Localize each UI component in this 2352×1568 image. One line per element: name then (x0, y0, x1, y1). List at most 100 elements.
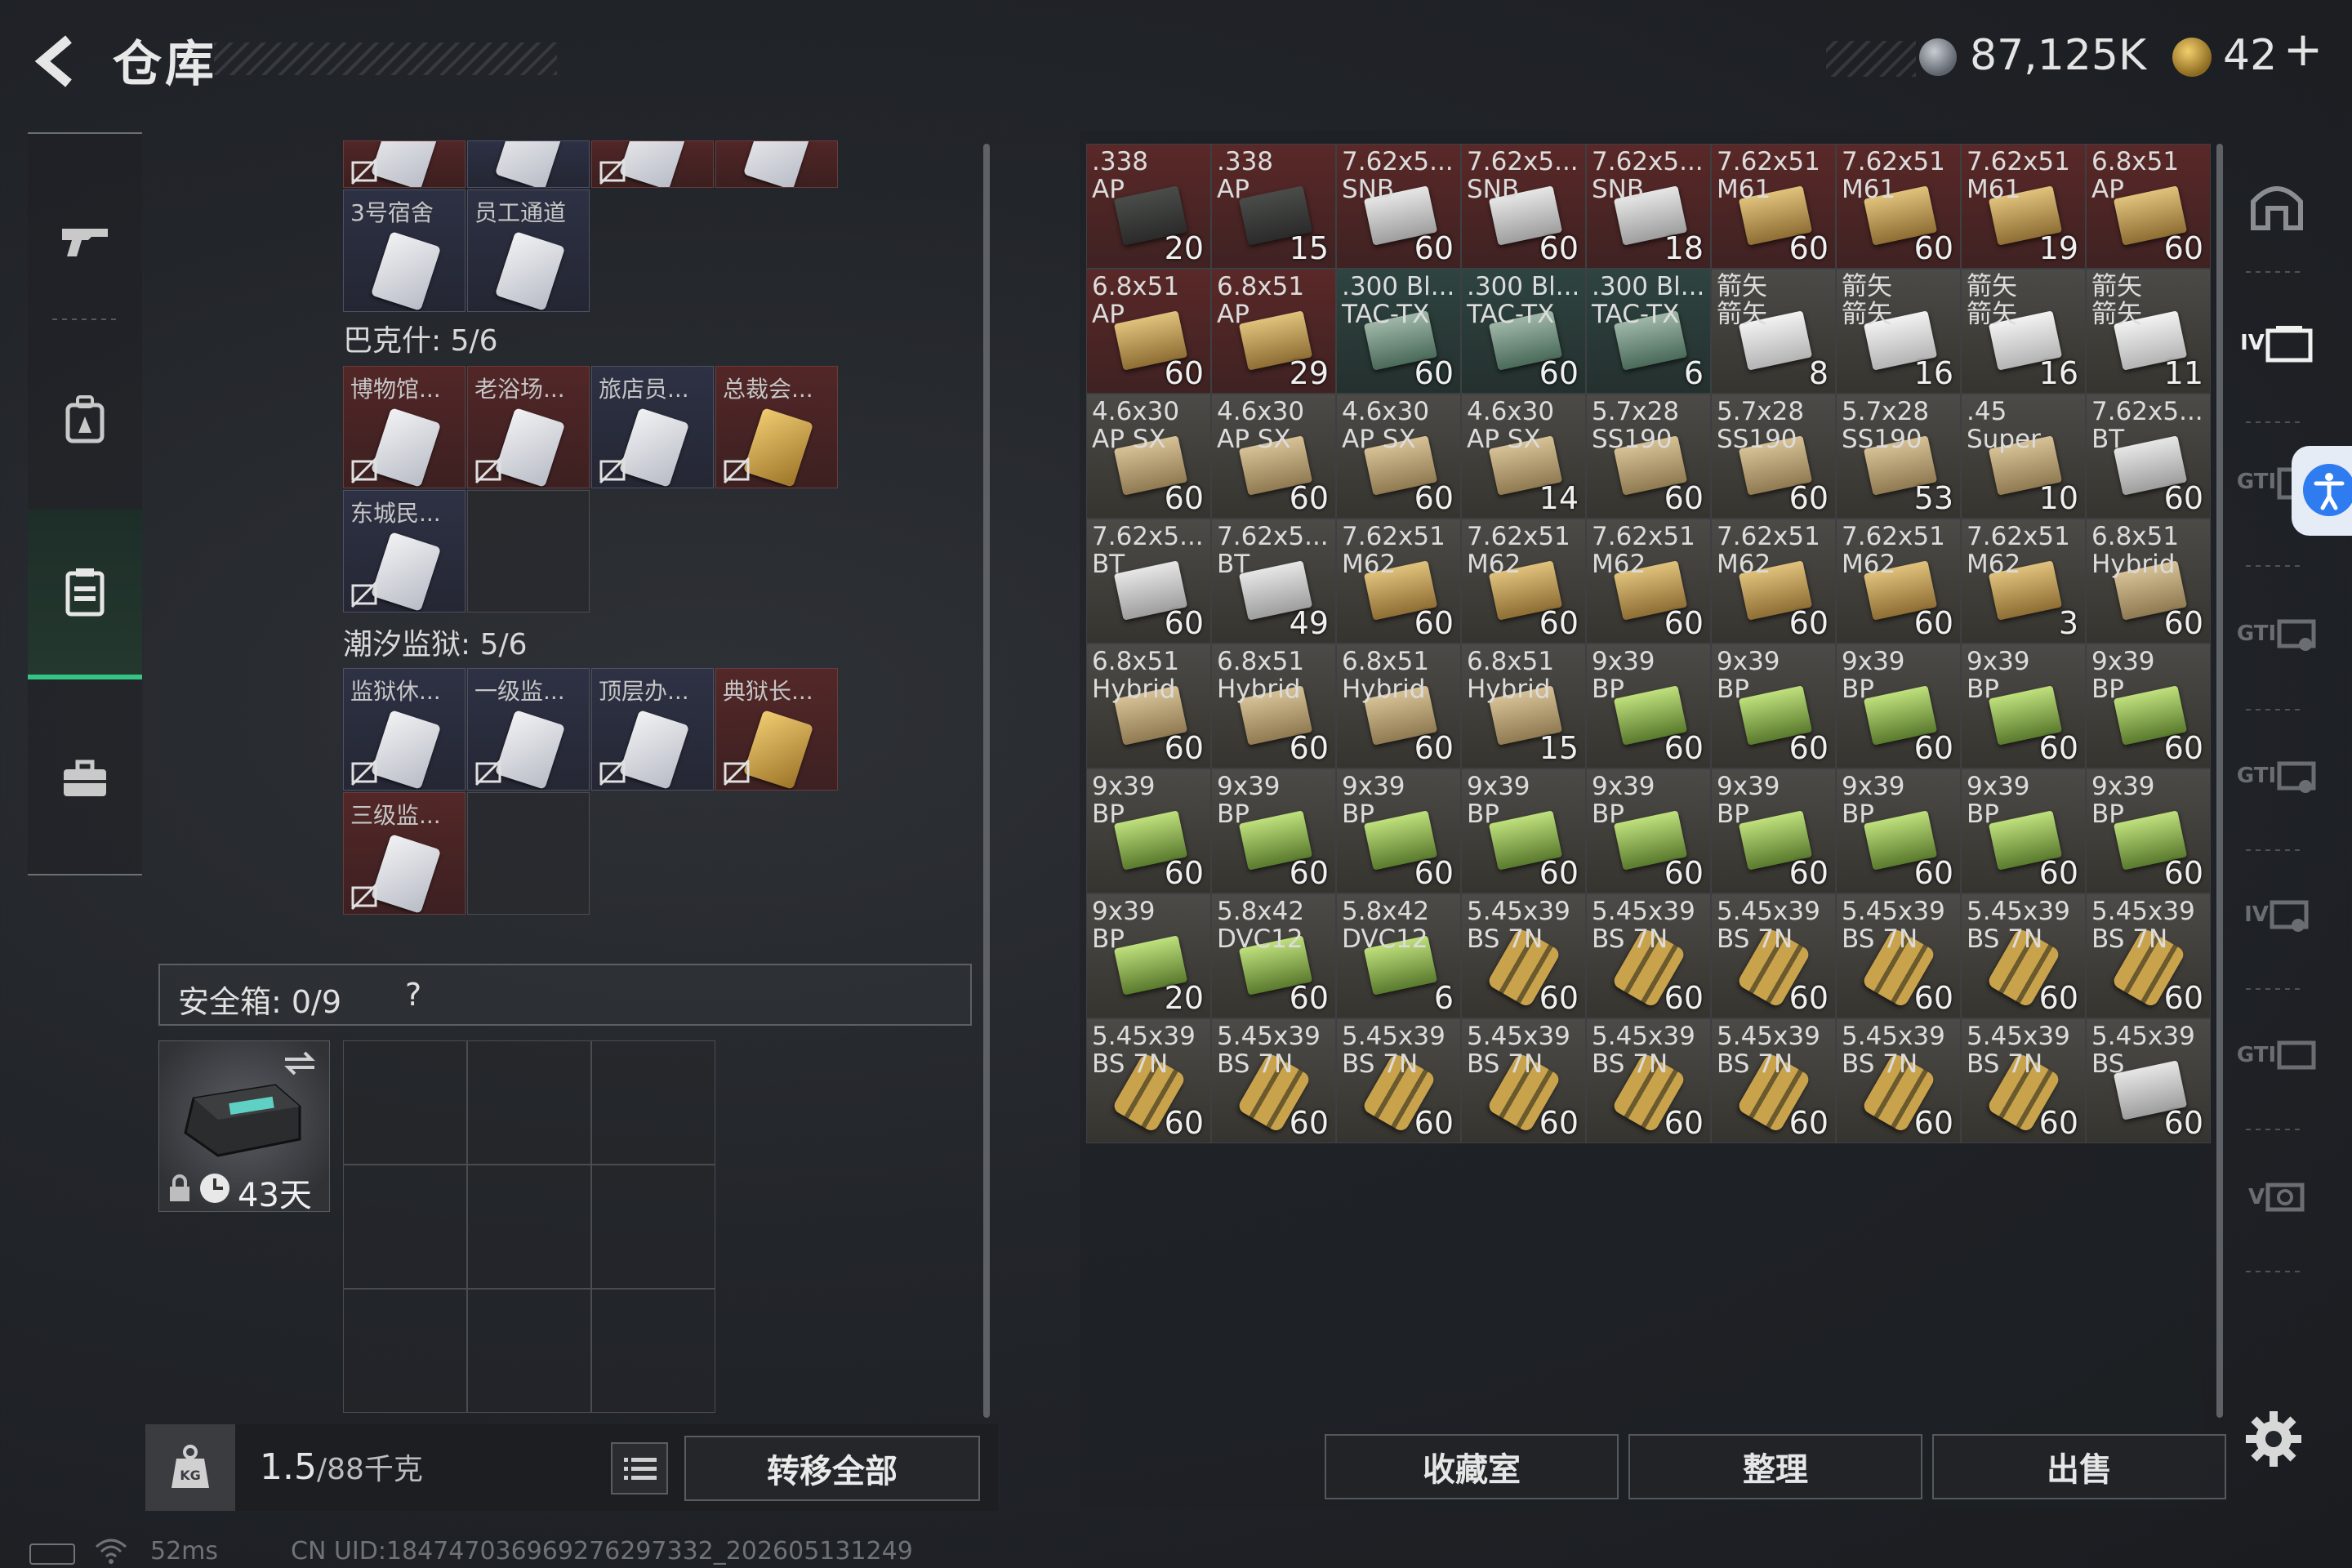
ammo-cell[interactable]: 7.62x51 M61 60 (1836, 144, 1961, 269)
ammo-cell[interactable]: 9x39 BP 60 (1711, 644, 1836, 768)
ammo-cell[interactable]: 9x39 BP 60 (1836, 768, 1961, 893)
sell-button[interactable]: 出售 (1932, 1434, 2226, 1499)
ammo-cell[interactable]: 6.8x51 Hybrid 60 (1211, 644, 1336, 768)
key-cell-top[interactable] (715, 140, 838, 188)
ammo-cell[interactable]: 6.8x51 Hybrid 60 (2086, 519, 2211, 644)
safe-slot[interactable] (467, 1289, 591, 1413)
key-cell-top[interactable] (343, 140, 466, 188)
key-cell[interactable]: 东城民... (343, 490, 466, 612)
ammo-cell[interactable]: 7.62x5... SNB 60 (1461, 144, 1586, 269)
key-cell-top[interactable] (467, 140, 590, 188)
ammo-cell[interactable]: 9x39 BP 60 (1336, 768, 1461, 893)
ammo-cell[interactable]: 6.8x51 Hybrid 60 (1086, 644, 1211, 768)
ammo-cell[interactable]: .300 Bl... TAC-TX 60 (1461, 269, 1586, 394)
empty-key-slot[interactable] (467, 792, 590, 915)
ammo-cell[interactable]: 5.45x39 BS 7N 60 (1586, 1018, 1711, 1143)
settings-gear-icon[interactable] (2243, 1408, 2305, 1470)
ammo-cell[interactable]: 9x39 BP 60 (2086, 644, 2211, 768)
key-cell[interactable]: 旅店员... (591, 366, 714, 488)
ammo-cell[interactable]: 9x39 BP 60 (1836, 644, 1961, 768)
safe-slot[interactable] (343, 1040, 467, 1165)
ammo-cell[interactable]: 9x39 BP 20 (1086, 893, 1211, 1018)
key-cell[interactable]: 监狱休... (343, 668, 466, 791)
ammo-cell[interactable]: 7.62x5... SNB 18 (1586, 144, 1711, 269)
collection-room-button[interactable]: 收藏室 (1325, 1434, 1619, 1499)
ammo-cell[interactable]: 9x39 BP 60 (1211, 768, 1336, 893)
ammo-cell[interactable]: 5.8x42 DVC12 60 (1211, 893, 1336, 1018)
empty-key-slot[interactable] (467, 490, 590, 612)
ammo-cell[interactable]: 5.45x39 BS 7N 60 (1336, 1018, 1461, 1143)
ammo-cell[interactable]: 9x39 BP 60 (1086, 768, 1211, 893)
ammo-cell[interactable]: 5.45x39 BS 7N 60 (1461, 893, 1586, 1018)
ammo-cell[interactable]: 5.45x39 BS 7N 60 (2086, 893, 2211, 1018)
sidebar-item-case[interactable] (28, 697, 142, 861)
add-currency-button[interactable]: + (2278, 24, 2328, 74)
tab-depot-7[interactable]: V (2236, 1148, 2318, 1246)
ammo-cell[interactable]: 7.62x51 M61 60 (1711, 144, 1836, 269)
ammo-cell[interactable]: 6.8x51 AP 60 (1086, 269, 1211, 394)
safe-slot[interactable] (591, 1289, 715, 1413)
safe-slot[interactable] (467, 1040, 591, 1165)
sidebar-item-weapon[interactable] (28, 158, 142, 322)
ammo-cell[interactable]: 6.8x51 AP 60 (2086, 144, 2211, 269)
ammo-cell[interactable]: 7.62x5... SNB 60 (1336, 144, 1461, 269)
ammo-cell[interactable]: 5.45x39 BS 7N 60 (1961, 1018, 2086, 1143)
ammo-cell[interactable]: 5.7x28 SS190 53 (1836, 394, 1961, 519)
ammo-cell[interactable]: 4.6x30 AP SX 60 (1336, 394, 1461, 519)
ammo-cell[interactable]: 7.62x51 M62 60 (1711, 519, 1836, 644)
safe-slot[interactable] (591, 1165, 715, 1289)
sort-button[interactable]: 整理 (1628, 1434, 1922, 1499)
ammo-cell[interactable]: 5.8x42 DVC12 6 (1336, 893, 1461, 1018)
ammo-cell[interactable]: 7.62x5... BT 60 (1086, 519, 1211, 644)
ammo-cell[interactable]: 9x39 BP 60 (1961, 768, 2086, 893)
ammo-cell[interactable]: 6.8x51 Hybrid 60 (1336, 644, 1461, 768)
safe-slot[interactable] (467, 1165, 591, 1289)
ammo-cell[interactable]: 7.62x51 M62 60 (1586, 519, 1711, 644)
ammo-cell[interactable]: 9x39 BP 60 (1711, 768, 1836, 893)
ammo-cell[interactable]: .45 Super 10 (1961, 394, 2086, 519)
list-view-button[interactable] (611, 1442, 668, 1494)
ammo-cell[interactable]: 9x39 BP 60 (1586, 768, 1711, 893)
safe-box-item[interactable]: 43天 (158, 1040, 330, 1214)
help-icon[interactable]: ? (405, 977, 421, 1013)
ammo-cell[interactable]: 5.45x39 BS 7N 60 (1711, 893, 1836, 1018)
ammo-cell[interactable]: 5.45x39 BS 7N 60 (1086, 1018, 1211, 1143)
ammo-cell[interactable]: 9x39 BP 60 (2086, 768, 2211, 893)
left-scrollbar[interactable] (983, 144, 990, 1418)
ammo-cell[interactable]: 4.6x30 AP SX 60 (1211, 394, 1336, 519)
ammo-cell[interactable]: 5.45x39 BS 7N 60 (1961, 893, 2086, 1018)
ammo-cell[interactable]: 5.45x39 BS 7N 60 (1211, 1018, 1336, 1143)
key-cell[interactable]: 顶层办... (591, 668, 714, 791)
ammo-cell[interactable]: 4.6x30 AP SX 14 (1461, 394, 1586, 519)
tab-depot-1[interactable]: IV (2236, 294, 2318, 392)
ammo-cell[interactable]: 7.62x51 M62 60 (1836, 519, 1961, 644)
key-cell[interactable]: 老浴场... (467, 366, 590, 488)
tab-depot-6[interactable]: GTI (2236, 1006, 2318, 1104)
ammo-cell[interactable]: 5.7x28 SS190 60 (1586, 394, 1711, 519)
ammo-cell[interactable]: 7.62x51 M62 60 (1461, 519, 1586, 644)
tab-warehouse[interactable] (2236, 155, 2318, 253)
right-scrollbar[interactable] (2216, 144, 2223, 1418)
tab-depot-3[interactable]: GTI (2236, 585, 2318, 683)
tab-depot-4[interactable]: GTI (2236, 727, 2318, 825)
ammo-cell[interactable]: 6.8x51 Hybrid 15 (1461, 644, 1586, 768)
ammo-cell[interactable]: 5.7x28 SS190 60 (1711, 394, 1836, 519)
accessibility-icon[interactable] (2303, 464, 2352, 516)
key-cell[interactable]: 一级监... (467, 668, 590, 791)
tab-depot-5[interactable]: IV (2236, 866, 2318, 964)
sidebar-item-backpack[interactable] (28, 338, 142, 501)
ammo-cell[interactable]: 箭矢 箭矢 16 (1836, 269, 1961, 394)
safe-slot[interactable] (343, 1165, 467, 1289)
key-cell[interactable]: 三级监... (343, 792, 466, 915)
ammo-cell[interactable]: 7.62x5... BT 60 (2086, 394, 2211, 519)
safe-slot[interactable] (343, 1289, 467, 1413)
key-cell-top[interactable] (591, 140, 714, 188)
key-cell[interactable]: 博物馆... (343, 366, 466, 488)
sidebar-item-vest[interactable] (28, 510, 142, 679)
ammo-cell[interactable]: 7.62x51 M62 3 (1961, 519, 2086, 644)
swap-icon[interactable] (282, 1049, 318, 1077)
transfer-all-button[interactable]: 转移全部 (684, 1436, 980, 1501)
ammo-cell[interactable]: 5.45x39 BS 7N 60 (1836, 1018, 1961, 1143)
safe-slot[interactable] (591, 1040, 715, 1165)
key-cell[interactable]: 员工通道 (467, 189, 590, 312)
